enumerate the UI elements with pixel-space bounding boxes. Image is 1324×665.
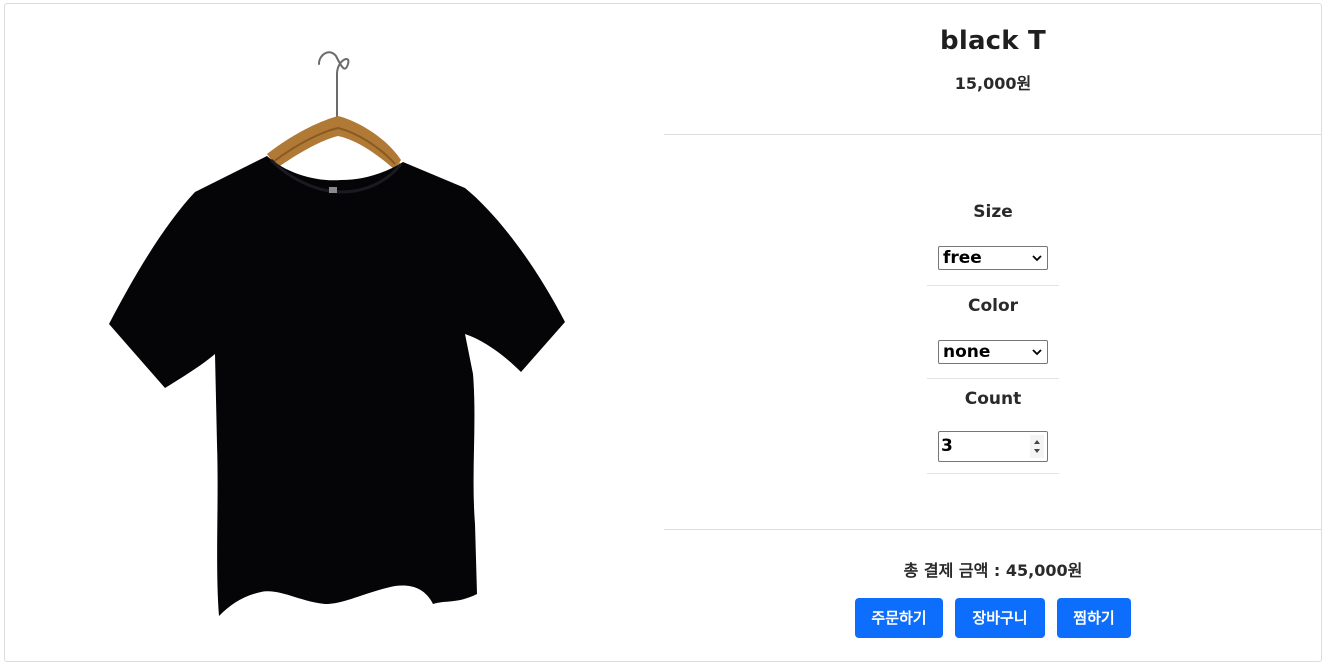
color-selected-value: none bbox=[943, 342, 991, 362]
spinner-arrows-icon[interactable] bbox=[1030, 435, 1044, 458]
count-input[interactable]: 3 bbox=[938, 431, 1048, 462]
divider-top bbox=[664, 134, 1322, 135]
count-label: Count bbox=[964, 389, 1022, 409]
tshirt-image bbox=[109, 51, 565, 616]
count-option: Count 3 bbox=[927, 389, 1059, 475]
size-selected-value: free bbox=[943, 248, 982, 268]
chevron-down-icon bbox=[1032, 349, 1042, 356]
divider-bottom bbox=[664, 529, 1322, 530]
count-value: 3 bbox=[941, 436, 953, 456]
color-divider bbox=[927, 378, 1059, 379]
chevron-down-icon bbox=[1032, 255, 1042, 262]
product-price: 15,000원 bbox=[954, 74, 1032, 93]
size-divider bbox=[927, 285, 1059, 286]
color-label: Color bbox=[967, 296, 1019, 316]
total-amount: 총 결제 금액 : 45,000원 bbox=[903, 561, 1083, 580]
product-info-panel: black T 15,000원 Size free Color none Cou… bbox=[664, 4, 1322, 661]
product-name: black T bbox=[940, 26, 1046, 56]
size-select[interactable]: free bbox=[938, 246, 1048, 270]
count-divider bbox=[927, 473, 1059, 474]
color-option: Color none bbox=[927, 296, 1059, 380]
size-option: Size free bbox=[927, 202, 1059, 286]
wishlist-button[interactable]: 찜하기 bbox=[1057, 598, 1131, 638]
product-detail-card: black T 15,000원 Size free Color none Cou… bbox=[4, 3, 1322, 662]
size-label: Size bbox=[973, 202, 1013, 222]
add-to-cart-button[interactable]: 장바구니 bbox=[955, 598, 1045, 638]
order-button[interactable]: 주문하기 bbox=[855, 598, 943, 638]
color-select[interactable]: none bbox=[938, 340, 1048, 364]
product-image-panel bbox=[5, 4, 663, 661]
